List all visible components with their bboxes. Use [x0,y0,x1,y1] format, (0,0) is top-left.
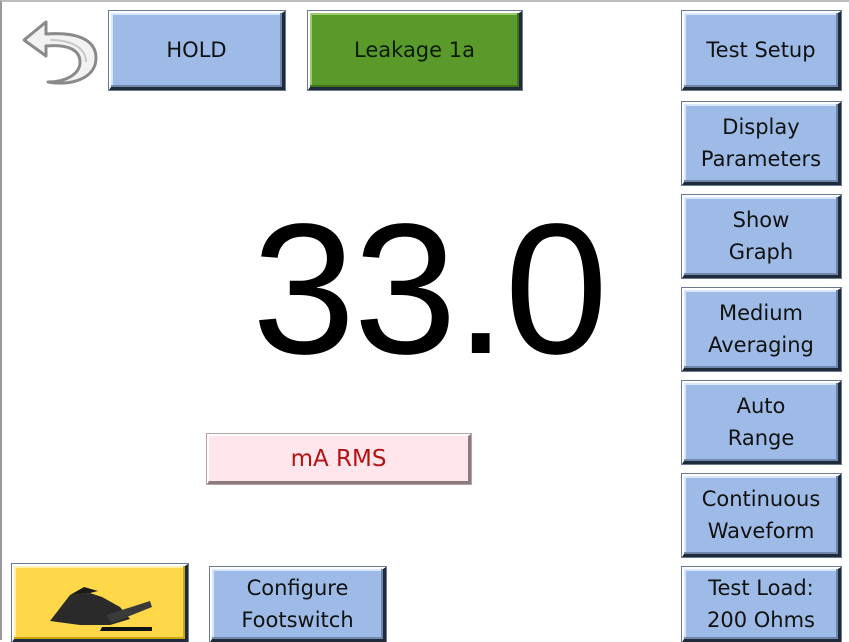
display-parameters-button[interactable]: Display Parameters [681,101,842,186]
waveform-button[interactable]: Continuous Waveform [681,473,842,558]
configure-footswitch-line1: Configure [246,576,349,600]
measurement-value: 33.0 [252,186,608,393]
show-graph-line2: Graph [728,240,794,264]
footswitch-button[interactable] [11,563,189,642]
waveform-line2: Waveform [707,519,815,543]
back-button[interactable] [16,10,102,90]
test-load-line1: Test Load: [708,576,814,600]
units-label: mA RMS [206,433,472,485]
hold-button-label: HOLD [166,38,227,62]
test-name-button[interactable]: Leakage 1a [307,10,523,91]
configure-footswitch-line2: Footswitch [241,608,354,632]
averaging-button[interactable]: Medium Averaging [681,287,842,372]
range-button[interactable]: Auto Range [681,380,842,465]
averaging-line1: Medium [719,301,803,325]
test-setup-label: Test Setup [706,38,816,62]
hold-button[interactable]: HOLD [108,10,286,91]
back-arrow-icon [22,20,98,85]
test-load-line2: 200 Ohms [707,608,815,632]
test-load-button[interactable]: Test Load: 200 Ohms [681,566,842,642]
test-name-label: Leakage 1a [354,38,475,62]
show-graph-line1: Show [732,208,790,232]
configure-footswitch-button[interactable]: Configure Footswitch [209,566,387,642]
show-graph-button[interactable]: Show Graph [681,194,842,279]
footswitch-icon [49,586,152,631]
display-parameters-line2: Parameters [700,147,822,171]
averaging-line2: Averaging [708,333,814,357]
range-line1: Auto [736,394,786,418]
test-setup-button[interactable]: Test Setup [681,10,842,91]
meter-screen: HOLD Leakage 1a Test Setup Display Param… [0,0,849,642]
range-line2: Range [727,426,795,450]
display-parameters-line1: Display [722,115,800,139]
waveform-line1: Continuous [701,487,821,511]
